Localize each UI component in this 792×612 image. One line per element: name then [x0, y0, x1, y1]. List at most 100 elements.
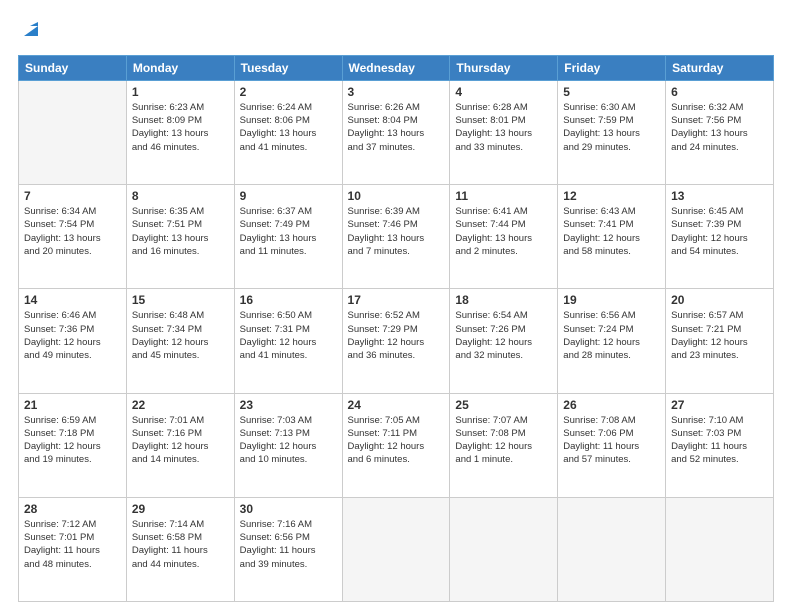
day-number: 16 — [240, 293, 337, 307]
day-number: 3 — [348, 85, 445, 99]
page: SundayMondayTuesdayWednesdayThursdayFrid… — [0, 0, 792, 612]
day-number: 2 — [240, 85, 337, 99]
day-number: 28 — [24, 502, 121, 516]
day-cell: 15 Sunrise: 6:48 AM Sunset: 7:34 PM Dayli… — [126, 289, 234, 393]
day-info: Sunrise: 6:45 AM Sunset: 7:39 PM Dayligh… — [671, 205, 768, 258]
day-cell: 25 Sunrise: 7:07 AM Sunset: 7:08 PM Dayli… — [450, 393, 558, 497]
day-number: 18 — [455, 293, 552, 307]
day-number: 24 — [348, 398, 445, 412]
day-cell: 12Sunrise: 6:43 AM Sunset: 7:41 PM Dayli… — [558, 185, 666, 289]
week-row-4: 28 Sunrise: 7:12 AM Sunset: 7:01 PM Dayli… — [19, 497, 774, 601]
day-cell: 27 Sunrise: 7:10 AM Sunset: 7:03 PM Dayli… — [666, 393, 774, 497]
day-info: Sunrise: 7:05 AM Sunset: 7:11 PM Dayligh… — [348, 414, 445, 467]
day-info: Sunrise: 6:28 AM Sunset: 8:01 PM Dayligh… — [455, 101, 552, 154]
day-cell: 16 Sunrise: 6:50 AM Sunset: 7:31 PM Dayli… — [234, 289, 342, 393]
day-cell: 28 Sunrise: 7:12 AM Sunset: 7:01 PM Dayli… — [19, 497, 127, 601]
day-cell: 9Sunrise: 6:37 AM Sunset: 7:49 PM Daylig… — [234, 185, 342, 289]
logo-text — [18, 18, 42, 45]
day-number: 12 — [563, 189, 660, 203]
header — [18, 18, 774, 45]
day-cell: 3 Sunrise: 6:26 AM Sunset: 8:04 PM Daylig… — [342, 80, 450, 184]
day-number: 22 — [132, 398, 229, 412]
day-number: 19 — [563, 293, 660, 307]
weekday-header-thursday: Thursday — [450, 55, 558, 80]
day-number: 5 — [563, 85, 660, 99]
day-number: 27 — [671, 398, 768, 412]
day-cell: 20 Sunrise: 6:57 AM Sunset: 7:21 PM Dayli… — [666, 289, 774, 393]
week-row-0: 1Sunrise: 6:23 AM Sunset: 8:09 PM Daylig… — [19, 80, 774, 184]
week-row-1: 7 Sunrise: 6:34 AM Sunset: 7:54 PM Daylig… — [19, 185, 774, 289]
day-number: 13 — [671, 189, 768, 203]
day-cell: 6Sunrise: 6:32 AM Sunset: 7:56 PM Daylig… — [666, 80, 774, 184]
day-cell: 7 Sunrise: 6:34 AM Sunset: 7:54 PM Daylig… — [19, 185, 127, 289]
day-cell: 29 Sunrise: 7:14 AM Sunset: 6:58 PM Dayli… — [126, 497, 234, 601]
day-cell: 17 Sunrise: 6:52 AM Sunset: 7:29 PM Dayli… — [342, 289, 450, 393]
day-cell — [19, 80, 127, 184]
day-info: Sunrise: 6:39 AM Sunset: 7:46 PM Dayligh… — [348, 205, 445, 258]
weekday-header-friday: Friday — [558, 55, 666, 80]
day-cell — [342, 497, 450, 601]
day-info: Sunrise: 6:34 AM Sunset: 7:54 PM Dayligh… — [24, 205, 121, 258]
day-info: Sunrise: 6:46 AM Sunset: 7:36 PM Dayligh… — [24, 309, 121, 362]
day-cell: 10 Sunrise: 6:39 AM Sunset: 7:46 PM Dayli… — [342, 185, 450, 289]
day-number: 8 — [132, 189, 229, 203]
day-info: Sunrise: 7:08 AM Sunset: 7:06 PM Dayligh… — [563, 414, 660, 467]
day-cell: 8 Sunrise: 6:35 AM Sunset: 7:51 PM Daylig… — [126, 185, 234, 289]
day-number: 23 — [240, 398, 337, 412]
day-cell — [558, 497, 666, 601]
day-info: Sunrise: 6:41 AM Sunset: 7:44 PM Dayligh… — [455, 205, 552, 258]
day-cell: 1Sunrise: 6:23 AM Sunset: 8:09 PM Daylig… — [126, 80, 234, 184]
weekday-header-sunday: Sunday — [19, 55, 127, 80]
weekday-header-saturday: Saturday — [666, 55, 774, 80]
weekday-header-row: SundayMondayTuesdayWednesdayThursdayFrid… — [19, 55, 774, 80]
day-number: 10 — [348, 189, 445, 203]
day-number: 11 — [455, 189, 552, 203]
day-info: Sunrise: 6:56 AM Sunset: 7:24 PM Dayligh… — [563, 309, 660, 362]
day-info: Sunrise: 6:30 AM Sunset: 7:59 PM Dayligh… — [563, 101, 660, 154]
day-number: 14 — [24, 293, 121, 307]
day-cell: 13 Sunrise: 6:45 AM Sunset: 7:39 PM Dayli… — [666, 185, 774, 289]
day-cell: 5 Sunrise: 6:30 AM Sunset: 7:59 PM Daylig… — [558, 80, 666, 184]
day-number: 21 — [24, 398, 121, 412]
day-number: 20 — [671, 293, 768, 307]
day-info: Sunrise: 6:57 AM Sunset: 7:21 PM Dayligh… — [671, 309, 768, 362]
day-info: Sunrise: 6:52 AM Sunset: 7:29 PM Dayligh… — [348, 309, 445, 362]
logo — [18, 18, 42, 45]
calendar: SundayMondayTuesdayWednesdayThursdayFrid… — [18, 55, 774, 602]
day-info: Sunrise: 7:16 AM Sunset: 6:56 PM Dayligh… — [240, 518, 337, 571]
day-info: Sunrise: 6:26 AM Sunset: 8:04 PM Dayligh… — [348, 101, 445, 154]
day-info: Sunrise: 6:50 AM Sunset: 7:31 PM Dayligh… — [240, 309, 337, 362]
day-info: Sunrise: 6:32 AM Sunset: 7:56 PM Dayligh… — [671, 101, 768, 154]
day-cell: 21 Sunrise: 6:59 AM Sunset: 7:18 PM Dayli… — [19, 393, 127, 497]
day-cell: 22Sunrise: 7:01 AM Sunset: 7:16 PM Dayli… — [126, 393, 234, 497]
day-info: Sunrise: 6:54 AM Sunset: 7:26 PM Dayligh… — [455, 309, 552, 362]
day-number: 30 — [240, 502, 337, 516]
day-number: 29 — [132, 502, 229, 516]
day-number: 15 — [132, 293, 229, 307]
day-number: 1 — [132, 85, 229, 99]
day-number: 7 — [24, 189, 121, 203]
day-cell: 26 Sunrise: 7:08 AM Sunset: 7:06 PM Dayli… — [558, 393, 666, 497]
day-info: Sunrise: 6:48 AM Sunset: 7:34 PM Dayligh… — [132, 309, 229, 362]
day-info: Sunrise: 7:14 AM Sunset: 6:58 PM Dayligh… — [132, 518, 229, 571]
day-cell — [666, 497, 774, 601]
logo-icon — [20, 18, 42, 40]
day-number: 4 — [455, 85, 552, 99]
day-number: 25 — [455, 398, 552, 412]
weekday-header-monday: Monday — [126, 55, 234, 80]
day-info: Sunrise: 6:59 AM Sunset: 7:18 PM Dayligh… — [24, 414, 121, 467]
day-info: Sunrise: 6:37 AM Sunset: 7:49 PM Dayligh… — [240, 205, 337, 258]
day-cell: 4 Sunrise: 6:28 AM Sunset: 8:01 PM Daylig… — [450, 80, 558, 184]
day-info: Sunrise: 7:10 AM Sunset: 7:03 PM Dayligh… — [671, 414, 768, 467]
day-cell — [450, 497, 558, 601]
day-cell: 2Sunrise: 6:24 AM Sunset: 8:06 PM Daylig… — [234, 80, 342, 184]
day-info: Sunrise: 7:07 AM Sunset: 7:08 PM Dayligh… — [455, 414, 552, 467]
day-cell: 19 Sunrise: 6:56 AM Sunset: 7:24 PM Dayli… — [558, 289, 666, 393]
day-info: Sunrise: 7:12 AM Sunset: 7:01 PM Dayligh… — [24, 518, 121, 571]
day-number: 17 — [348, 293, 445, 307]
day-number: 26 — [563, 398, 660, 412]
day-info: Sunrise: 6:35 AM Sunset: 7:51 PM Dayligh… — [132, 205, 229, 258]
week-row-2: 14 Sunrise: 6:46 AM Sunset: 7:36 PM Dayli… — [19, 289, 774, 393]
day-cell: 18 Sunrise: 6:54 AM Sunset: 7:26 PM Dayli… — [450, 289, 558, 393]
day-cell: 30 Sunrise: 7:16 AM Sunset: 6:56 PM Dayli… — [234, 497, 342, 601]
